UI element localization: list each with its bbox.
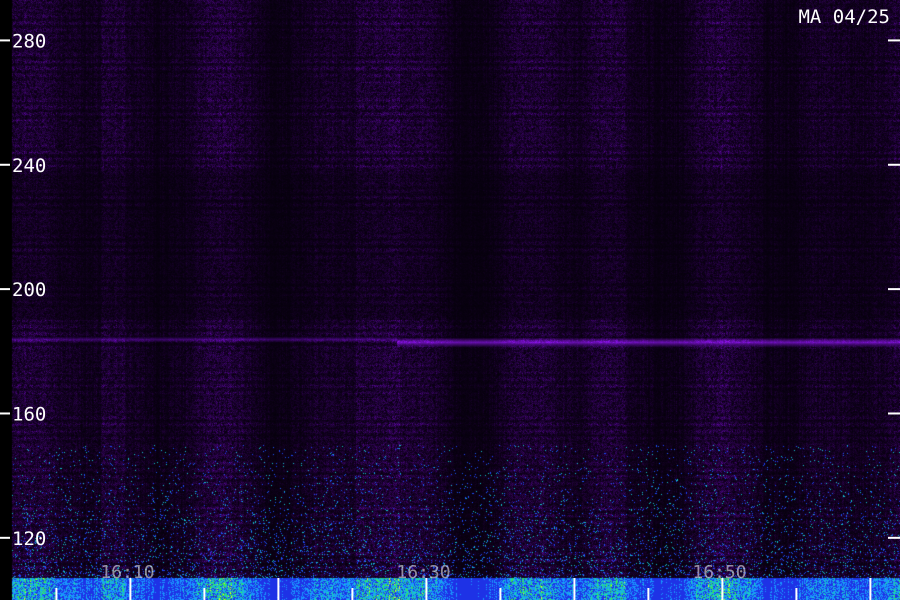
date-label: MA 04/25	[798, 6, 890, 28]
x-time-label: 16:50	[692, 562, 746, 583]
x-time-label: 16:10	[100, 562, 154, 583]
y-tick-label: 200	[12, 279, 46, 301]
x-time-label: 16:30	[396, 562, 450, 583]
chart-overlay: 120 160 200 240 280 16:10 16:30 16:50 MA 04/25	[0, 6, 900, 600]
y-axis: 120 160 200 240 280	[0, 30, 900, 550]
y-tick-label: 240	[12, 155, 46, 177]
y-tick-label: 120	[12, 528, 46, 550]
x-axis: 16:10 16:30 16:50	[55, 562, 872, 600]
y-tick-label: 280	[12, 30, 46, 52]
y-tick-label: 160	[12, 403, 46, 425]
